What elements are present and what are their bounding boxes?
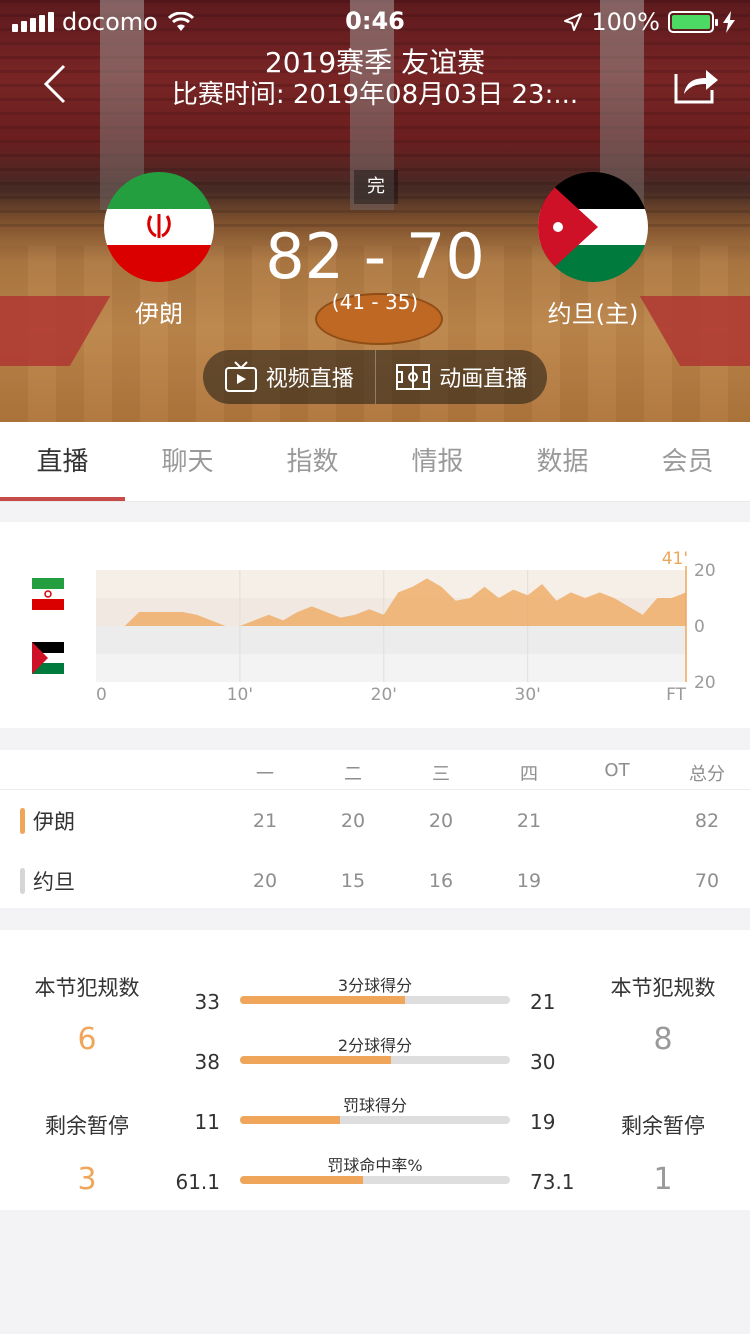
tab-member[interactable]: 会员	[625, 422, 750, 501]
stat-bar-fill	[240, 1116, 340, 1124]
live-options: 视频直播 动画直播	[203, 350, 547, 404]
stat-label: 罚球得分	[342, 1096, 407, 1115]
stat-label: 2分球得分	[337, 1036, 413, 1055]
stat-left-value: 38	[194, 1050, 220, 1074]
battery-percent: 100%	[591, 8, 660, 36]
stat-right-value: 30	[530, 1050, 556, 1074]
right-timeout-label: 剩余暂停	[621, 1114, 705, 1138]
team-name: 约旦	[33, 870, 75, 894]
x-tick-label: 0	[96, 685, 107, 705]
stat-label: 3分球得分	[337, 976, 413, 995]
x-tick-label: 30'	[515, 685, 541, 705]
header-ot: OT	[604, 760, 630, 781]
chart-bottom-band-inner	[96, 626, 686, 654]
stat-bar	[240, 1056, 510, 1064]
animation-live-label: 动画直播	[439, 367, 528, 392]
stat-left-value: 61.1	[175, 1170, 220, 1194]
y-tick-label: 0	[694, 617, 705, 637]
score-total: 70	[694, 870, 720, 892]
team-left-logo[interactable]	[104, 172, 214, 282]
score-q1: 21	[252, 810, 278, 832]
y-tick-label: 20	[694, 673, 716, 693]
team-color-bar	[20, 868, 25, 894]
right-foul-label: 本节犯规数	[610, 976, 716, 1000]
jordan-flag-icon	[538, 172, 648, 282]
battery-icon	[668, 11, 718, 33]
match-time: 比赛时间: 2019年08月03日 23:...	[171, 80, 579, 110]
stat-left-value: 11	[194, 1110, 220, 1134]
current-minute-label: 41'	[662, 549, 688, 569]
score-q1: 20	[252, 870, 278, 892]
stat-right-value: 19	[530, 1110, 556, 1134]
right-fouls: 8	[653, 1022, 673, 1057]
stat-bar-fill	[240, 996, 405, 1004]
score-q4: 21	[516, 810, 542, 832]
stat-bar	[240, 996, 510, 1004]
table-header: 一 二 三 四 OT 总分	[0, 750, 750, 790]
quarter-score-table: 一 二 三 四 OT 总分 伊朗 21 20 20 21 82 约旦 20 15…	[0, 750, 750, 908]
tab-intel[interactable]: 情报	[375, 422, 500, 501]
score-q2: 20	[340, 810, 366, 832]
video-live-label: 视频直播	[265, 367, 354, 392]
header-q4: 四	[520, 764, 538, 785]
charging-icon	[723, 11, 735, 33]
court-icon	[396, 364, 431, 390]
table-row: 约旦 20 15 16 19 70	[0, 850, 750, 910]
match-header: docomo 0:46 100% 2019赛季 友谊赛 比赛时间: 2019年0…	[0, 0, 750, 422]
left-foul-label: 本节犯规数	[34, 976, 140, 1000]
location-icon	[564, 13, 583, 31]
team-right-logo[interactable]	[538, 172, 648, 282]
table-row: 伊朗 21 20 20 21 82	[0, 790, 750, 850]
team-color-bar	[20, 808, 25, 834]
score-total: 82	[694, 810, 720, 832]
match-title: 2019赛季 友谊赛	[264, 46, 486, 79]
status-bar: docomo 0:46 100%	[0, 0, 750, 40]
tab-live[interactable]: 直播	[0, 422, 125, 501]
x-tick-label: 10'	[227, 685, 253, 705]
header-q1: 一	[256, 764, 274, 785]
stat-label: 罚球命中率%	[327, 1156, 423, 1175]
y-tick-label: 20	[694, 561, 716, 581]
status-badge: 完	[354, 170, 398, 204]
animation-live-button[interactable]: 动画直播	[376, 350, 548, 404]
stat-bar	[240, 1116, 510, 1124]
team-right-name[interactable]: 约旦(主)	[513, 294, 673, 329]
momentum-chart: 41' 0 10' 20' 30' FT 20 0 20	[96, 549, 716, 705]
team-left-name[interactable]: 伊朗	[79, 294, 239, 329]
left-fouls: 6	[77, 1022, 97, 1057]
left-timeouts: 3	[77, 1162, 97, 1197]
tab-odds[interactable]: 指数	[250, 422, 375, 501]
score-q2: 15	[340, 870, 366, 892]
score-q3: 16	[428, 870, 454, 892]
stat-bar-fill	[240, 1056, 392, 1064]
score-q3: 20	[428, 810, 454, 832]
stat-left-value: 33	[194, 990, 220, 1014]
x-tick-label: FT	[666, 685, 686, 705]
stat-right-value: 21	[530, 990, 556, 1014]
momentum-chart-card: 41' 0 10' 20' 30' FT 20 0 20	[0, 522, 750, 728]
iran-flag-icon	[104, 172, 214, 282]
header-q2: 二	[344, 764, 362, 785]
video-live-button[interactable]: 视频直播	[203, 350, 375, 404]
header-q3: 三	[432, 764, 450, 785]
x-tick-label: 20'	[371, 685, 397, 705]
tab-bar: 直播 聊天 指数 情报 数据 会员	[0, 422, 750, 502]
left-timeout-label: 剩余暂停	[45, 1114, 129, 1138]
header-total: 总分	[689, 764, 725, 785]
stat-bar	[240, 1176, 510, 1184]
team-stats: 本节犯规数 6 剩余暂停 3 本节犯规数 8 剩余暂停 1 3分球得分 33 2…	[0, 930, 750, 1210]
share-icon	[674, 70, 718, 104]
score-q4: 19	[516, 870, 542, 892]
tab-stats[interactable]: 数据	[500, 422, 625, 501]
tab-chat[interactable]: 聊天	[125, 422, 250, 501]
right-timeouts: 1	[653, 1162, 673, 1197]
team-name: 伊朗	[33, 810, 75, 834]
stat-right-value: 73.1	[530, 1170, 575, 1194]
tv-icon	[224, 361, 257, 392]
stat-bar-fill	[240, 1176, 363, 1184]
share-button[interactable]	[672, 64, 720, 104]
